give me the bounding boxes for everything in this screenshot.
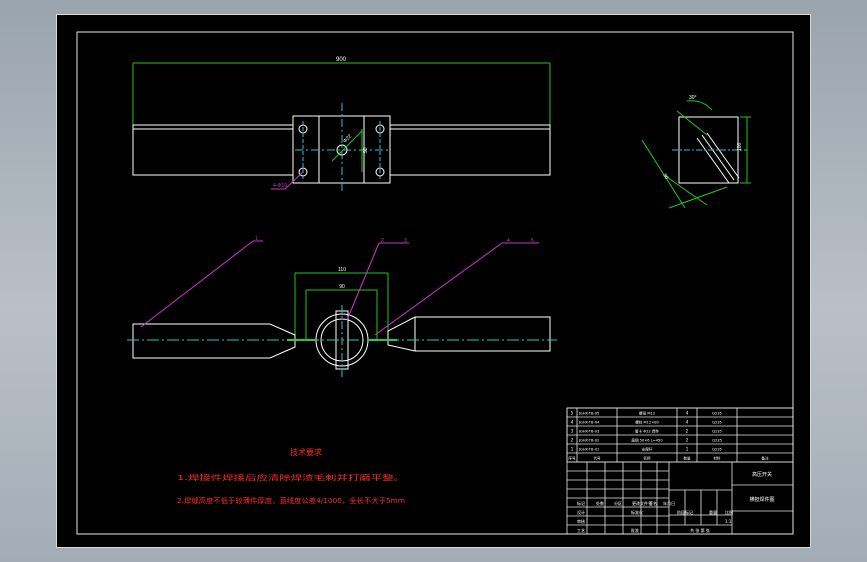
svg-text:30°: 30° [689,95,697,101]
leader-2 [346,242,380,321]
tb-process: 工艺 [577,528,585,533]
svg-text:80: 80 [661,173,669,181]
bom-header-code: 代号 [593,456,601,461]
tb-check: 审核 [577,518,585,524]
bom-row-material: Q235 [712,412,722,416]
bom-row-no: 5 [571,411,574,416]
bom-row-name: 管卡 Φ22 焊件 [635,429,659,434]
bom-header-qty: 数量 [683,456,691,461]
bom-row-material: Q235 [712,448,722,452]
bom-row-material: Q235 [712,439,722,443]
svg-text:4: 4 [507,238,510,244]
svg-text:3: 3 [404,238,407,244]
bom-row-qty: 2 [686,438,689,443]
tb-approve: 批准 [631,527,639,533]
detail-view: 30° 80 100 [641,95,751,209]
notes-line-1: 1.焊接件焊接后应清除焊渣毛刺并打磨平整。 [177,473,405,482]
bom-row-name: 螺栓 M12×80 [635,420,659,425]
right-arm [387,316,551,352]
tb-part-name: 高压开关 [752,471,772,478]
bom-row-name: 支撑杆 [642,447,653,452]
top-view: 900 90 Φ22 4-Φ10 [132,57,551,193]
bom-row-code: JGHX-TB-03 [578,430,599,434]
tb-date: 年月日 [663,500,675,506]
overall-length-label: 900 [336,57,347,63]
tb-standard: 标准化 [631,509,643,515]
notes-heading: 技术要求 [290,447,322,457]
tb-scale: 比例 [725,509,733,515]
svg-text:1: 1 [255,236,258,242]
tb-weight: 重量 [709,509,717,515]
bom-row-no: 3 [571,429,574,434]
bom-row-material: Q235 [712,430,722,434]
bom-row-no: 1 [571,447,574,452]
svg-text:90: 90 [339,284,345,290]
svg-text:100: 100 [737,142,743,151]
tb-design: 设计 [577,509,585,515]
bom-row-qty: 1 [686,447,689,452]
tb-count: 处数 [596,500,604,506]
bom-header-material: 材料 [713,456,721,461]
tb-zone: 分区 [614,500,622,506]
svg-text:5: 5 [531,238,534,244]
tb-mark: 标记 [577,500,585,506]
front-view: 110 90 1 2 3 4 5 [127,236,557,377]
bom-row-name: 扁钢 50×6 L=450 [631,438,663,443]
bom-row-code: JGHX-TB-04 [578,421,600,425]
tb-sign: 签名 [649,500,657,506]
bom-header-note: 备注 [761,456,769,461]
tb-scale-value: 1:1 [725,519,732,524]
bom-row-material: Q235 [712,421,722,425]
svg-text:2: 2 [381,238,384,244]
tb-stage: 阶段标记 [677,509,693,515]
drawing-viewport[interactable]: 900 90 Φ22 4-Φ10 110 90 1 2 3 4 5 30° 80… [56,14,811,548]
technical-notes: 技术要求 1.焊接件焊接后应清除焊渣毛刺并打磨平整。 2.焊缝高度不低于较薄件厚… [177,447,405,505]
bom-row-code: JGHX-TB-02 [578,439,599,443]
tb-sheet: 共 张 第 张 [690,527,710,533]
bom-row-qty: 4 [686,420,689,425]
tb-drawing-name: 横担焊件图 [749,496,774,503]
bom-row-no: 4 [571,420,574,425]
bom-row-code: JGHX-TB-01 [578,448,599,452]
bom-row-qty: 4 [686,411,689,416]
svg-text:90: 90 [363,147,369,153]
cad-drawing: 900 90 Φ22 4-Φ10 110 90 1 2 3 4 5 30° 80… [76,31,794,535]
bom-row-qty: 2 [686,429,689,434]
bom-header-name: 名称 [643,456,651,461]
bom-row-code: JGHX-TB-05 [578,412,599,416]
title-block: 5 JGHX-TB-05 螺母 M12 4 Q235 4 JGHX-TB-04 螺栓 M12×… [566,407,794,535]
left-arm [132,323,296,359]
notes-line-2: 2.焊缝高度不低于较薄件厚度，直线度公差4/1000，全长不大于5mm [177,496,405,505]
leader-3 [374,242,503,336]
bom-header-no: 序号 [568,456,576,461]
bom-row-no: 2 [571,438,574,443]
bom-row-name: 螺母 M12 [639,411,655,416]
svg-text:4-Φ10: 4-Φ10 [273,183,287,189]
svg-text:110: 110 [338,267,346,273]
leader-1 [140,240,254,328]
